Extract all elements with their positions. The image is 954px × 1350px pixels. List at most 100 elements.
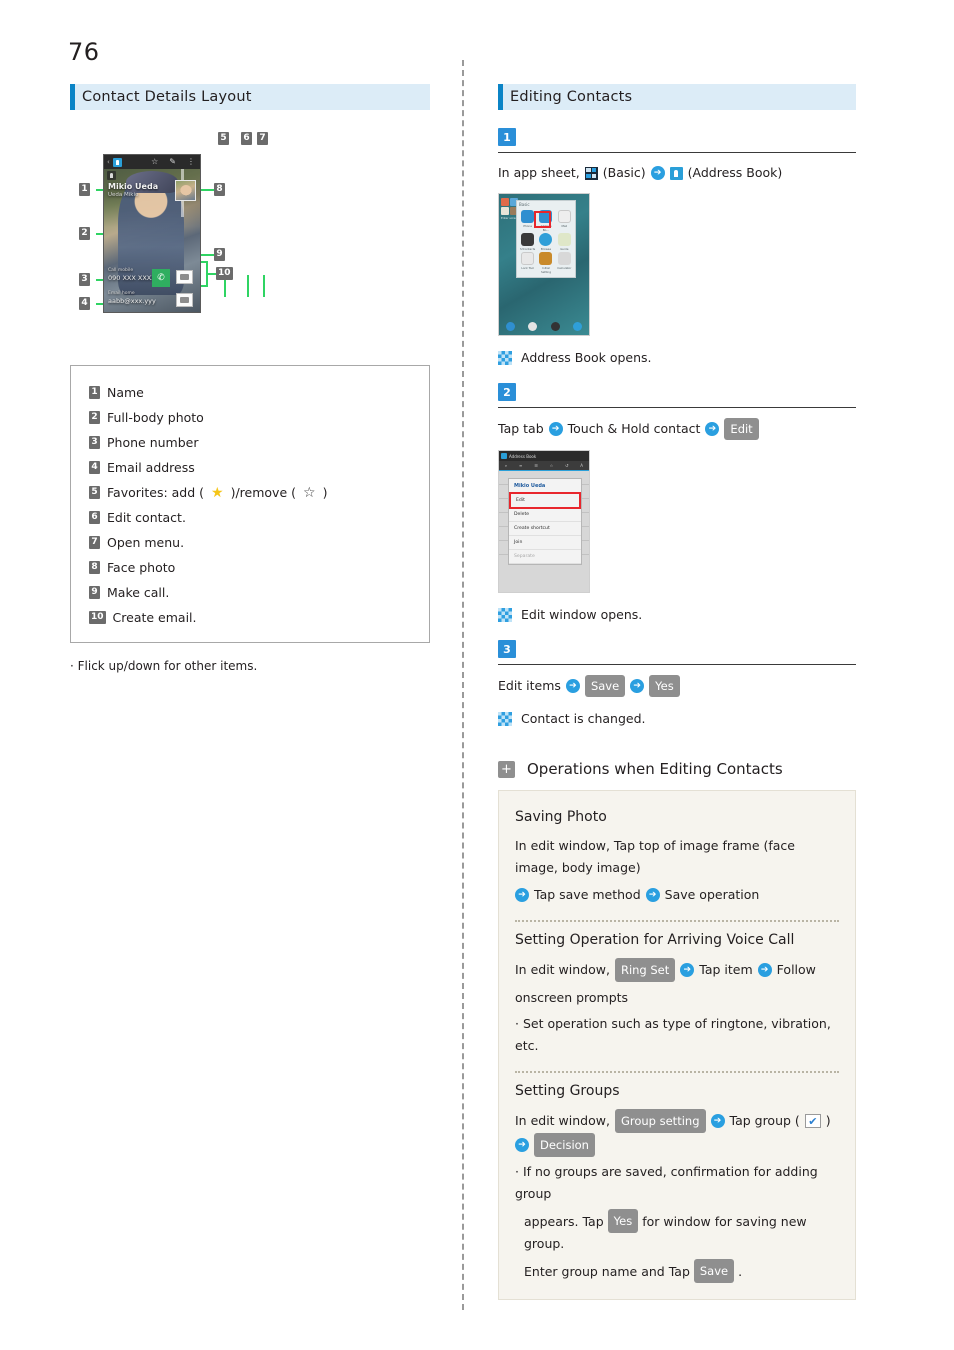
contact-name: Mikio Ueda Ueda Mikio (108, 182, 158, 198)
operations-section-title-voice-call: Setting Operation for Arriving Voice Cal… (515, 932, 795, 948)
app-label: Initial Setting (540, 266, 551, 274)
ops-text-end: Save operation (664, 887, 760, 902)
arrow-icon: ➔ (548, 422, 563, 436)
phone-action-bar: ‹ ☆ ✎ ⋮ (104, 155, 200, 169)
operations-bullet-voice-call: · Set operation such as type of ringtone… (515, 1016, 831, 1053)
tab-history[interactable]: ↺ (565, 463, 568, 468)
create-email-button-2[interactable] (176, 293, 193, 307)
app-cell-initial-setting[interactable]: Initial Setting (537, 252, 554, 274)
create-email-button-1[interactable] (176, 270, 193, 284)
legend-badge: 1 (89, 386, 100, 399)
step-2-text-mid: Touch & Hold contact (567, 421, 701, 436)
leader-10-stem (206, 273, 216, 275)
app-label: Mail (561, 224, 568, 228)
make-call-button[interactable]: ✆ (152, 269, 170, 287)
key-edit[interactable]: Edit (724, 418, 759, 440)
legend-badge: 4 (89, 461, 100, 474)
app-sheet-title: Basic (519, 202, 530, 207)
ops-text-mid2: ) (825, 1113, 831, 1128)
app-cell-calculator[interactable]: Calculator (556, 252, 573, 274)
arrow-icon: ➔ (645, 888, 660, 902)
key-ring-set[interactable]: Ring Set (614, 958, 676, 982)
flick-note: · Flick up/down for other items. (70, 659, 258, 673)
dock-apps-icon[interactable] (573, 321, 583, 331)
legend-item: 6 Edit contact. (89, 505, 429, 530)
context-menu-item-create-shortcut[interactable]: Create shortcut (509, 522, 581, 536)
callout-badge-8: 8 (214, 183, 225, 196)
context-menu-item-separate: Separate (509, 550, 581, 564)
column-divider (462, 60, 464, 1310)
app-sheet-icon (584, 166, 598, 180)
app-cell-scontacts[interactable]: S!Contacts (519, 233, 536, 251)
tab-index[interactable]: A (580, 463, 583, 468)
legend-item: 10 Create email. (89, 605, 429, 630)
favorite-star-icon[interactable]: ☆ (151, 158, 158, 166)
bullet-c-pre: Enter group name and Tap (524, 1264, 690, 1279)
arrow-icon: ➔ (515, 1138, 529, 1152)
key-save[interactable]: Save (693, 1259, 735, 1283)
tab-contacts[interactable]: ≡ (519, 463, 522, 468)
section-heading-label: Editing Contacts (510, 89, 633, 105)
app-cell-browse[interactable]: Browse (537, 233, 554, 251)
tab-groups[interactable]: ☰ (534, 463, 538, 468)
operations-body-voice-call: In edit window, Ring Set ➔ Tap item ➔ Fo… (515, 958, 839, 1009)
screenshot-title-bar: Address Book (499, 451, 589, 461)
dock-browser-icon[interactable] (550, 321, 560, 331)
context-menu-item-edit[interactable]: Edit (509, 492, 581, 509)
operations-body-setting-groups: In edit window, Group setting ➔ Tap grou… (515, 1109, 839, 1133)
ops-text-mid: Tap save method (534, 887, 641, 902)
section-heading-contact-details-layout: Contact Details Layout (70, 84, 430, 110)
operations-panel: Saving Photo In edit window, Tap top of … (498, 790, 856, 1300)
legend-item: 5 Favorites: add ( ★ )/remove ( ☆ ) (89, 480, 429, 505)
email-value: aabb@xxx.yyy (108, 296, 156, 305)
checkbox-checked-icon[interactable]: ✔ (804, 1114, 821, 1128)
operations-heading: + Operations when Editing Contacts (498, 760, 856, 778)
overflow-menu-icon[interactable]: ⋮ (187, 158, 195, 166)
step-3-instruction: Edit items ➔ Save ➔ Yes (498, 675, 856, 697)
app-cell-lock-tool[interactable]: Lock Tool (519, 252, 536, 274)
app-cell-guide[interactable]: Guide (556, 233, 573, 251)
edit-pencil-icon[interactable]: ✎ (169, 158, 176, 166)
ops-text-pre: In edit window, Tap top of image frame (… (515, 838, 795, 875)
legend-label: Edit contact. (107, 510, 186, 525)
step-3-text-pre: Edit items (498, 678, 561, 693)
dock-mail-icon[interactable] (528, 321, 538, 331)
app-label: Calculator (557, 266, 572, 270)
step-3-result: Contact is changed. (498, 711, 856, 726)
arrow-icon: ➔ (705, 422, 720, 436)
context-menu-item-join[interactable]: Join (509, 536, 581, 550)
legend-item: 8 Face photo (89, 555, 429, 580)
tab-favorites[interactable]: ☆ (550, 463, 554, 468)
legend-item: 1 Name (89, 380, 429, 405)
dock-phone-icon[interactable] (505, 321, 515, 331)
app-label: Guide (560, 247, 569, 251)
ops-text-pre: In edit window, (515, 962, 610, 977)
context-menu-item-delete[interactable]: Delete (509, 508, 581, 522)
checkered-flag-icon (498, 350, 512, 365)
phone-contact-body: Mikio Ueda Ueda Mikio Call mobile 090 XX… (104, 169, 200, 312)
step-1-result-text: Address Book opens. (521, 350, 652, 365)
address-book-icon (112, 157, 122, 167)
arrow-icon: ➔ (710, 1114, 725, 1128)
section-heading-label: Contact Details Layout (82, 89, 252, 105)
key-save[interactable]: Save (584, 675, 626, 697)
key-yes[interactable]: Yes (607, 1209, 639, 1233)
app-cell-mail[interactable]: Mail (556, 210, 573, 232)
legend-item: 4 Email address (89, 455, 429, 480)
star-outline-icon: ☆ (303, 484, 316, 501)
contact-name-sub: Ueda Mikio (108, 191, 139, 198)
profile-badge-icon (107, 171, 116, 180)
key-yes[interactable]: Yes (649, 675, 680, 697)
operations-body-saving-photo: In edit window, Tap top of image frame (… (515, 835, 839, 906)
legend-label-2: )/remove ( (230, 485, 296, 500)
key-decision[interactable]: Decision (534, 1133, 595, 1157)
plus-icon[interactable]: + (498, 760, 515, 778)
key-group-setting[interactable]: Group setting (614, 1109, 706, 1133)
phone-mockup-contact-details: ‹ ☆ ✎ ⋮ Mikio Ueda Ueda Mikio Call mobil… (103, 154, 201, 313)
arrow-icon: ➔ (680, 963, 695, 977)
operations-divider (515, 1071, 839, 1073)
tab-search[interactable]: ⌕ (505, 463, 507, 468)
face-photo (175, 180, 196, 201)
step-number-3: 3 (498, 640, 516, 658)
context-menu-header: Mikio Ueda (509, 479, 581, 493)
